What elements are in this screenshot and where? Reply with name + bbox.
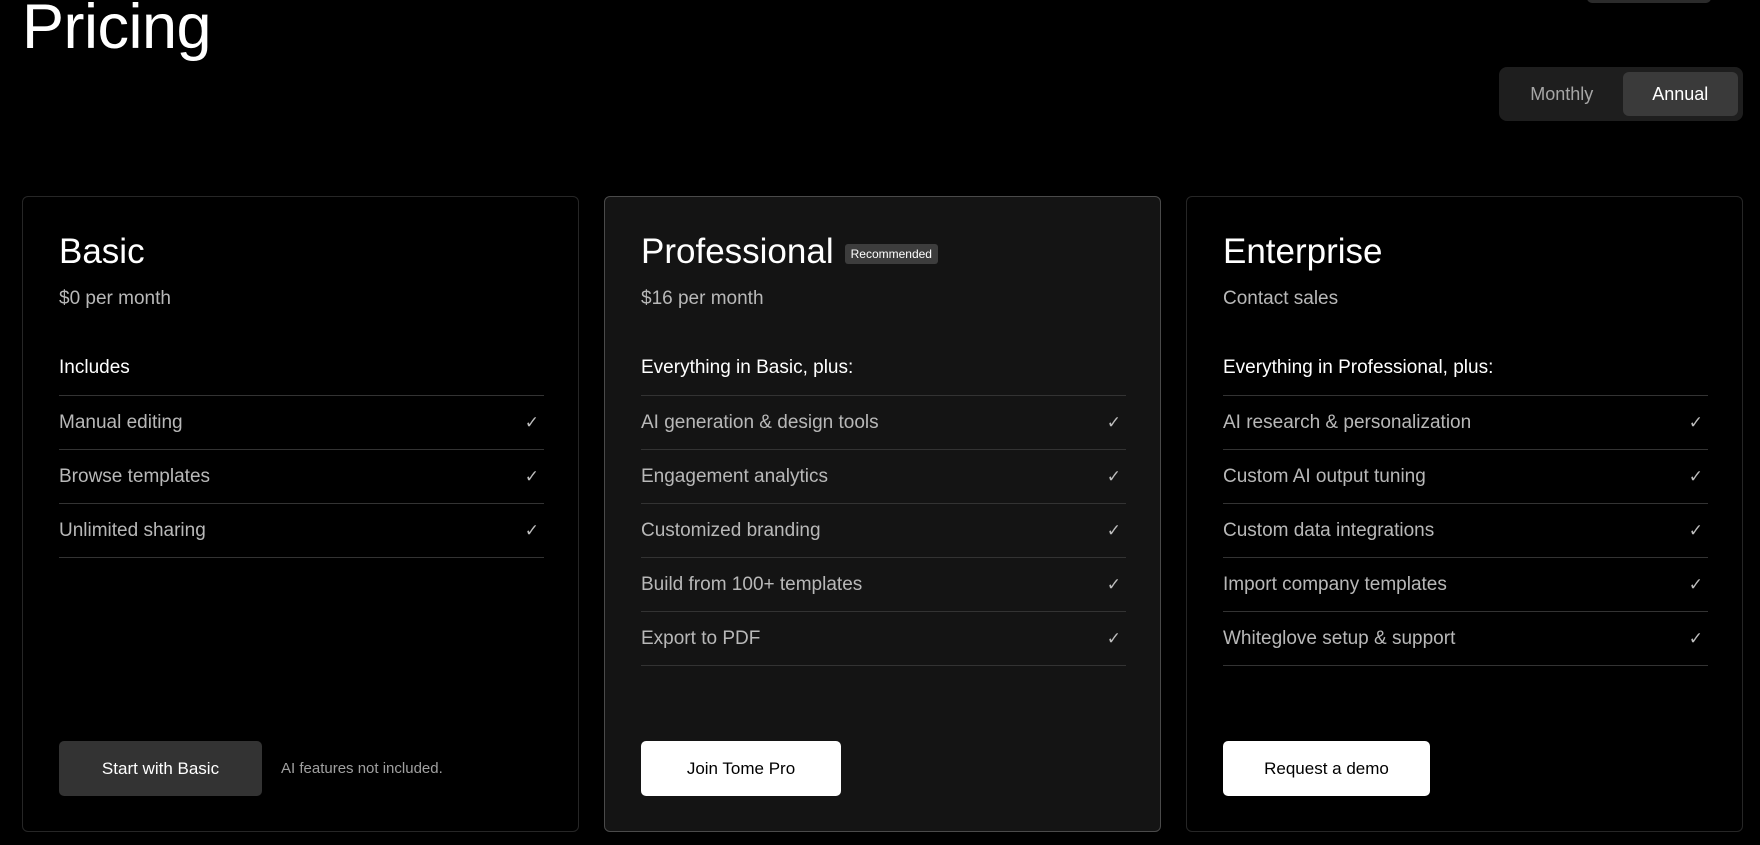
feature-label: Build from 100+ templates bbox=[641, 573, 863, 595]
feature-label: Customized branding bbox=[641, 519, 821, 541]
cta-note: AI features not included. bbox=[281, 760, 443, 777]
feature-item: Manual editing ✓ bbox=[59, 396, 544, 450]
feature-list: Manual editing ✓ Browse templates ✓ Unlimi… bbox=[59, 395, 544, 558]
feature-label: AI research & personalization bbox=[1223, 411, 1472, 433]
feature-list: AI research & personalization ✓ Custom AI… bbox=[1223, 395, 1708, 666]
feature-item: Engagement analytics ✓ bbox=[641, 450, 1126, 504]
check-icon: ✓ bbox=[524, 412, 539, 432]
feature-label: Browse templates bbox=[59, 465, 211, 487]
check-icon: ✓ bbox=[524, 466, 539, 486]
plan-card-professional: Professional Recommended $16 per month E… bbox=[604, 196, 1161, 832]
features-heading: Everything in Basic, plus: bbox=[641, 357, 854, 378]
check-icon: ✓ bbox=[1106, 628, 1121, 648]
feature-label: Manual editing bbox=[59, 411, 183, 433]
features-heading: Includes bbox=[59, 357, 130, 378]
feature-label: Whiteglove setup & support bbox=[1223, 627, 1456, 649]
plan-header: Enterprise bbox=[1223, 232, 1383, 272]
billing-option-monthly[interactable]: Monthly bbox=[1504, 72, 1620, 116]
feature-item: Custom data integrations ✓ bbox=[1223, 504, 1708, 558]
feature-label: Unlimited sharing bbox=[59, 519, 206, 541]
check-icon: ✓ bbox=[1106, 520, 1121, 540]
check-icon: ✓ bbox=[1688, 412, 1703, 432]
feature-item: Import company templates ✓ bbox=[1223, 558, 1708, 612]
feature-item: AI research & personalization ✓ bbox=[1223, 396, 1708, 450]
check-icon: ✓ bbox=[1688, 628, 1703, 648]
plan-header: Basic bbox=[59, 232, 145, 272]
feature-label: Export to PDF bbox=[641, 627, 761, 649]
feature-label: Custom AI output tuning bbox=[1223, 465, 1426, 487]
check-icon: ✓ bbox=[1688, 466, 1703, 486]
feature-label: Engagement analytics bbox=[641, 465, 828, 487]
feature-item: Customized branding ✓ bbox=[641, 504, 1126, 558]
plan-header: Professional Recommended bbox=[641, 232, 938, 272]
header-button[interactable] bbox=[1587, 0, 1711, 3]
recommended-badge: Recommended bbox=[844, 244, 938, 265]
feature-item: Whiteglove setup & support ✓ bbox=[1223, 612, 1708, 666]
check-icon: ✓ bbox=[1688, 520, 1703, 540]
feature-label: Import company templates bbox=[1223, 573, 1447, 595]
feature-item: Browse templates ✓ bbox=[59, 450, 544, 504]
plan-card-enterprise: Enterprise Contact sales Everything in P… bbox=[1186, 196, 1743, 832]
pricing-page: Pricing Monthly Annual Basic $0 per mont… bbox=[0, 0, 1760, 845]
plan-name: Enterprise bbox=[1223, 232, 1383, 271]
feature-item: Export to PDF ✓ bbox=[641, 612, 1126, 666]
check-icon: ✓ bbox=[1106, 466, 1121, 486]
plan-name: Basic bbox=[59, 232, 145, 271]
join-tome-pro-button[interactable]: Join Tome Pro bbox=[641, 741, 841, 796]
request-demo-button[interactable]: Request a demo bbox=[1223, 741, 1430, 796]
check-icon: ✓ bbox=[1688, 574, 1703, 594]
check-icon: ✓ bbox=[524, 520, 539, 540]
start-with-basic-button[interactable]: Start with Basic bbox=[59, 741, 262, 796]
feature-item: Build from 100+ templates ✓ bbox=[641, 558, 1126, 612]
feature-label: Custom data integrations bbox=[1223, 519, 1435, 541]
feature-item: Unlimited sharing ✓ bbox=[59, 504, 544, 558]
check-icon: ✓ bbox=[1106, 412, 1121, 432]
plan-price: Contact sales bbox=[1223, 288, 1339, 309]
plan-price: $16 per month bbox=[641, 288, 764, 309]
check-icon: ✓ bbox=[1106, 574, 1121, 594]
feature-item: Custom AI output tuning ✓ bbox=[1223, 450, 1708, 504]
plan-price: $0 per month bbox=[59, 288, 171, 309]
feature-label: AI generation & design tools bbox=[641, 411, 879, 433]
billing-period-toggle: Monthly Annual bbox=[1499, 67, 1743, 121]
plan-card-basic: Basic $0 per month Includes Manual editi… bbox=[22, 196, 579, 832]
feature-item: AI generation & design tools ✓ bbox=[641, 396, 1126, 450]
plan-name: Professional bbox=[641, 232, 834, 271]
feature-list: AI generation & design tools ✓ Engagement… bbox=[641, 395, 1126, 666]
features-heading: Everything in Professional, plus: bbox=[1223, 357, 1494, 378]
page-title: Pricing bbox=[22, 0, 212, 62]
billing-option-annual[interactable]: Annual bbox=[1622, 72, 1738, 116]
